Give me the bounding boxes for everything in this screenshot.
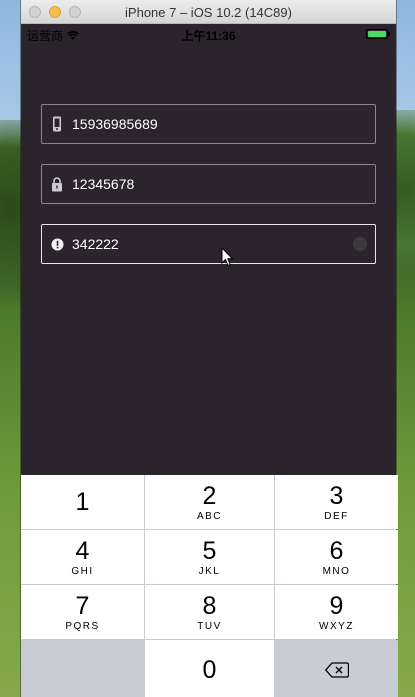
window-title: iPhone 7 – iOS 10.2 (14C89) xyxy=(125,5,292,20)
key-letters: JKL xyxy=(198,566,221,577)
window-titlebar: iPhone 7 – iOS 10.2 (14C89) xyxy=(21,0,396,24)
password-field[interactable] xyxy=(41,164,376,204)
key-letters: ABC xyxy=(196,511,223,522)
key-letters: DEF xyxy=(324,511,349,522)
phone-input[interactable] xyxy=(72,105,375,143)
numeric-keypad: 1 2 ABC 3 DEF 4 GHI 5 JKL 6 MNO 7 PQRS 8 xyxy=(21,475,398,697)
key-number: 3 xyxy=(329,482,344,510)
lock-icon xyxy=(42,165,72,203)
key-number: 0 xyxy=(202,656,217,684)
delete-key[interactable] xyxy=(275,640,398,697)
key-9[interactable]: 9 WXYZ xyxy=(275,585,398,639)
key-number: 1 xyxy=(75,487,90,516)
battery-icon xyxy=(366,29,390,39)
key-2[interactable]: 2 ABC xyxy=(145,475,274,529)
phone-field[interactable] xyxy=(41,104,376,144)
key-number: 7 xyxy=(75,592,90,620)
key-letters: MNO xyxy=(322,566,351,577)
key-letters: PQRS xyxy=(65,621,100,632)
key-8[interactable]: 8 TUV xyxy=(145,585,274,639)
key-letters: WXYZ xyxy=(319,621,354,632)
ios-status-bar: 运营商 上午11:36 xyxy=(21,24,396,44)
verification-code-field[interactable] xyxy=(41,224,376,264)
key-blank xyxy=(21,640,144,697)
key-4[interactable]: 4 GHI xyxy=(21,530,144,584)
alert-icon xyxy=(42,225,72,263)
key-letters: TUV xyxy=(197,621,222,632)
phone-icon xyxy=(42,105,72,143)
key-letters: GHI xyxy=(71,566,94,577)
key-number: 8 xyxy=(202,592,217,620)
key-6[interactable]: 6 MNO xyxy=(275,530,398,584)
verification-code-input[interactable] xyxy=(72,225,353,263)
key-0[interactable]: 0 xyxy=(145,640,274,697)
password-input[interactable] xyxy=(72,165,375,203)
key-number: 4 xyxy=(75,537,90,565)
key-5[interactable]: 5 JKL xyxy=(145,530,274,584)
key-1[interactable]: 1 xyxy=(21,475,144,529)
key-number: 9 xyxy=(329,592,344,620)
status-time: 上午11:36 xyxy=(181,29,236,43)
clear-text-button[interactable] xyxy=(353,237,367,251)
key-7[interactable]: 7 PQRS xyxy=(21,585,144,639)
simulator-window: iPhone 7 – iOS 10.2 (14C89) 运营商 上午11:36 xyxy=(21,0,398,697)
key-3[interactable]: 3 DEF xyxy=(275,475,398,529)
key-number: 6 xyxy=(329,537,344,565)
key-number: 2 xyxy=(202,482,217,510)
backspace-icon xyxy=(324,662,349,678)
key-number: 5 xyxy=(202,537,217,565)
mouse-cursor-icon xyxy=(221,247,234,267)
